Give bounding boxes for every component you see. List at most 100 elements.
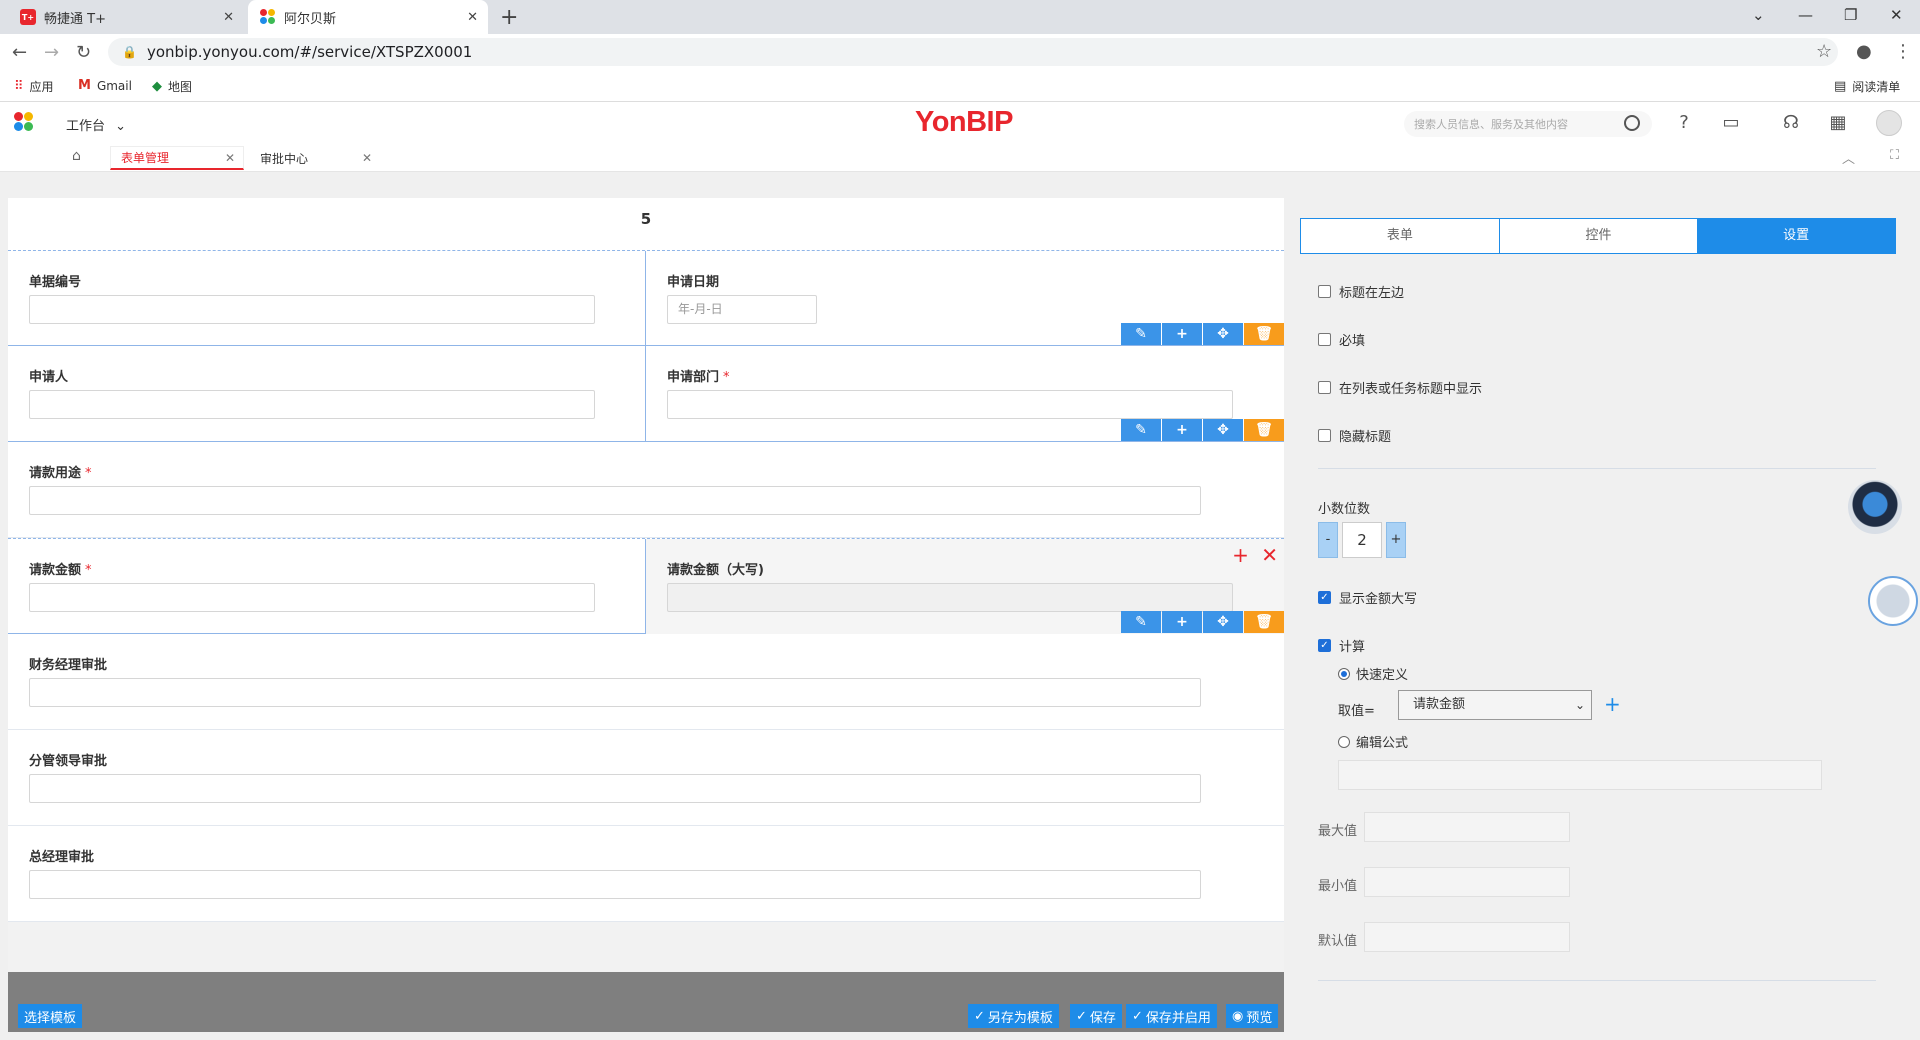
checkbox[interactable]	[1318, 381, 1331, 394]
tab-controls[interactable]: 控件	[1498, 219, 1698, 253]
browser-menu-icon[interactable]: ⋮	[1894, 41, 1912, 62]
min-value-input[interactable]	[1364, 867, 1570, 897]
purpose-input[interactable]	[29, 486, 1201, 515]
close-icon[interactable]: ✕	[223, 10, 234, 25]
option-hide-title[interactable]: 隐藏标题	[1318, 426, 1391, 445]
home-icon[interactable]: ⌂	[72, 148, 81, 164]
default-value-input[interactable]	[1364, 922, 1570, 952]
move-arrows-icon[interactable]: ✥	[1203, 323, 1243, 345]
reading-list[interactable]: ▤ 阅读清单	[1834, 78, 1900, 95]
max-value-input[interactable]	[1364, 812, 1570, 842]
option-show-in-title[interactable]: 在列表或任务标题中显示	[1318, 378, 1482, 397]
add-plus-icon[interactable]: +	[1162, 323, 1202, 345]
url-field[interactable]: 🔒 yonbip.yonyou.com/#/service/XTSPZX0001	[108, 38, 1838, 66]
apply-date-input[interactable]: 年-月-日	[667, 295, 817, 324]
delete-trash-icon[interactable]: 🗑	[1244, 611, 1284, 633]
add-plus-icon[interactable]: +	[1232, 543, 1249, 567]
back-icon[interactable]: ←	[12, 42, 27, 63]
add-plus-icon[interactable]: +	[1604, 692, 1621, 716]
edit-pencil-icon[interactable]: ✎	[1121, 419, 1161, 441]
support-headset-icon[interactable]: ☊	[1780, 112, 1802, 134]
decimal-increment-button[interactable]: +	[1386, 522, 1406, 558]
save-and-enable-button[interactable]: ✓ 保存并启用	[1126, 1004, 1217, 1028]
select-template-button[interactable]: 选择模板	[18, 1004, 83, 1028]
field-doc-no[interactable]: 单据编号	[8, 251, 646, 346]
option-calculate[interactable]: ✓ 计算	[1318, 636, 1365, 655]
tab-approval-center[interactable]: 审批中心 ✕	[250, 146, 380, 170]
help-icon[interactable]: ?	[1673, 112, 1695, 134]
field-applicant[interactable]: 申请人	[8, 346, 646, 441]
edit-pencil-icon[interactable]: ✎	[1121, 611, 1161, 633]
bookmark-gmail[interactable]: M Gmail	[78, 78, 132, 93]
assistant-robot-icon[interactable]	[1848, 480, 1902, 534]
department-input[interactable]	[667, 390, 1233, 419]
move-arrows-icon[interactable]: ✥	[1203, 419, 1243, 441]
delete-trash-icon[interactable]: 🗑	[1244, 323, 1284, 345]
tab-settings[interactable]: 设置	[1697, 219, 1896, 253]
chat-bot-icon[interactable]	[1868, 576, 1918, 626]
take-value-select[interactable]: 请款金额 ⌄	[1398, 690, 1592, 720]
checkbox[interactable]	[1318, 429, 1331, 442]
save-button[interactable]: ✓ 保存	[1070, 1004, 1122, 1028]
bookmark-apps[interactable]: ⠿ 应用	[14, 78, 54, 95]
reload-icon[interactable]: ↻	[76, 42, 91, 63]
checkbox[interactable]	[1318, 333, 1331, 346]
close-icon[interactable]: ✕	[362, 151, 372, 165]
finance-manager-input[interactable]	[29, 678, 1201, 707]
account-icon[interactable]: ●	[1856, 41, 1872, 62]
doc-no-input[interactable]	[29, 295, 595, 324]
checkbox[interactable]: ✓	[1318, 591, 1331, 604]
edit-pencil-icon[interactable]: ✎	[1121, 323, 1161, 345]
formula-input[interactable]	[1338, 760, 1822, 790]
collapse-up-icon[interactable]: ︿	[1842, 148, 1855, 167]
browser-tab-aerbeisi[interactable]: 阿尔贝斯 ✕	[248, 0, 488, 34]
calendar-icon[interactable]: ▦	[1827, 112, 1849, 134]
browser-tab-chanjietong[interactable]: T+ 畅捷通 T+ ✕	[8, 0, 244, 34]
field-general-manager[interactable]: 总经理审批	[8, 826, 1284, 921]
radio-button[interactable]	[1338, 735, 1350, 748]
field-purpose[interactable]: 请款用途 *	[8, 442, 1284, 537]
radio-button[interactable]	[1338, 667, 1350, 680]
leader-input[interactable]	[29, 774, 1201, 803]
checkbox[interactable]	[1318, 285, 1331, 298]
profile-menu-icon[interactable]: ⌄	[1752, 6, 1765, 24]
option-title-left[interactable]: 标题在左边	[1318, 282, 1404, 301]
bookmark-maps[interactable]: ◆ 地图	[152, 78, 192, 95]
global-search-input[interactable]: 搜索人员信息、服务及其他内容	[1404, 111, 1652, 137]
field-leader[interactable]: 分管领导审批	[8, 730, 1284, 825]
radio-quick-define[interactable]: 快速定义	[1338, 664, 1408, 683]
decimal-decrement-button[interactable]: -	[1318, 522, 1338, 558]
save-as-template-button[interactable]: ✓ 另存为模板	[968, 1004, 1059, 1028]
field-amount[interactable]: 请款金额 *	[8, 539, 646, 634]
user-avatar[interactable]	[1876, 110, 1902, 136]
close-icon[interactable]: ✕	[467, 10, 478, 25]
field-finance-manager[interactable]: 财务经理审批	[8, 634, 1284, 729]
workbench-menu[interactable]: 工作台 ⌄	[66, 115, 126, 134]
tab-form[interactable]: 表单	[1301, 219, 1499, 253]
move-arrows-icon[interactable]: ✥	[1203, 611, 1243, 633]
applicant-input[interactable]	[29, 390, 595, 419]
minimize-icon[interactable]: —	[1798, 6, 1813, 24]
option-required[interactable]: 必填	[1318, 330, 1365, 349]
close-icon[interactable]: ✕	[1261, 543, 1278, 567]
amount-input[interactable]	[29, 583, 595, 612]
preview-button[interactable]: ◉ 预览	[1226, 1004, 1279, 1028]
fullscreen-icon[interactable]: ⛶	[1890, 148, 1899, 163]
new-tab-button[interactable]: +	[500, 5, 518, 30]
add-plus-icon[interactable]: +	[1162, 611, 1202, 633]
forward-icon[interactable]: →	[44, 42, 59, 63]
general-manager-input[interactable]	[29, 870, 1201, 899]
checkbox[interactable]: ✓	[1318, 639, 1331, 652]
window-close-icon[interactable]: ✕	[1890, 6, 1903, 24]
decimal-value-input[interactable]: 2	[1342, 522, 1382, 558]
close-icon[interactable]: ✕	[225, 151, 235, 165]
add-plus-icon[interactable]: +	[1162, 419, 1202, 441]
maximize-icon[interactable]: ❐	[1844, 6, 1857, 24]
bookmark-star-icon[interactable]: ☆	[1816, 41, 1832, 62]
radio-edit-formula[interactable]: 编辑公式	[1338, 732, 1408, 751]
tab-form-management[interactable]: 表单管理 ✕	[110, 146, 244, 170]
message-icon[interactable]: ▭	[1720, 112, 1742, 134]
option-show-upper-amount[interactable]: ✓ 显示金额大写	[1318, 588, 1417, 607]
app-logo-icon[interactable]	[14, 112, 38, 132]
delete-trash-icon[interactable]: 🗑	[1244, 419, 1284, 441]
